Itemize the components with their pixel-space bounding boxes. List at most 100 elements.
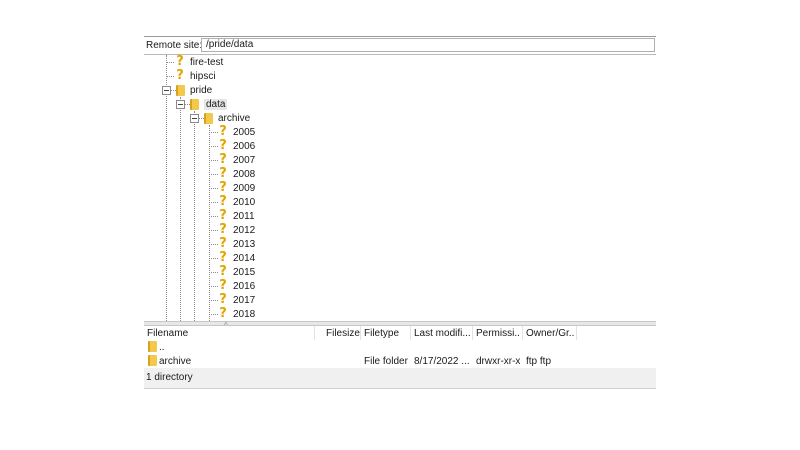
status-text: 1 directory — [146, 372, 193, 383]
tree-guide-line — [209, 132, 218, 133]
tree-guide-line — [209, 314, 218, 315]
remote-file-list[interactable]: ^ Filename Filesize Filetype Last modifi… — [144, 321, 656, 368]
column-owner-group[interactable]: Owner/Gr... — [526, 328, 574, 339]
tree-item-label: 2005 — [233, 126, 256, 138]
tree-guide-line — [209, 286, 218, 287]
file-type: File folder — [364, 356, 408, 367]
tree-guide-line — [166, 62, 174, 63]
status-bar: 1 directory — [144, 368, 656, 389]
file-row-archive[interactable]: archive File folder 8/17/2022 ... drwxr-… — [144, 354, 656, 367]
tree-guide-line — [209, 244, 218, 245]
column-divider[interactable] — [410, 326, 411, 340]
tree-guide-line — [166, 76, 174, 77]
tree-item-label: pride — [190, 84, 213, 96]
tree-guide-line — [209, 146, 218, 147]
tree-item-label: archive — [218, 112, 251, 124]
tree-item-2017[interactable]: ? 2017 — [218, 293, 255, 307]
tree-guide-line — [209, 188, 218, 189]
tree-item-label: 2007 — [233, 154, 256, 166]
tree-item-pride[interactable]: pride — [176, 83, 212, 97]
tree-item-hipsci[interactable]: ? hipsci — [175, 68, 216, 83]
column-filesize[interactable]: Filesize — [326, 328, 360, 339]
question-mark-icon: ? — [219, 124, 227, 139]
remote-site-label: Remote site: — [146, 40, 203, 51]
tree-item-label: 2013 — [233, 238, 256, 250]
file-name: archive — [159, 356, 192, 367]
tree-item-2009[interactable]: ? 2009 — [218, 181, 255, 195]
column-permissions[interactable]: Permissi... — [476, 328, 520, 339]
tree-guide-line — [209, 160, 218, 161]
tree-item-label: 2016 — [233, 280, 256, 292]
tree-item-label: fire-test — [190, 56, 224, 68]
tree-item-2008[interactable]: ? 2008 — [218, 167, 255, 181]
collapse-icon[interactable] — [176, 100, 185, 109]
question-mark-icon: ? — [176, 68, 184, 83]
tree-item-2011[interactable]: ? 2011 — [218, 209, 255, 223]
folder-icon — [148, 355, 157, 366]
question-mark-icon: ? — [219, 292, 227, 307]
column-divider[interactable] — [472, 326, 473, 340]
tree-item-2007[interactable]: ? 2007 — [218, 153, 255, 167]
tree-guide-line — [209, 272, 218, 273]
tree-item-archive[interactable]: archive — [204, 111, 250, 125]
folder-icon — [190, 98, 199, 110]
tree-guide-line — [180, 97, 181, 321]
tree-item-label: 2010 — [233, 196, 256, 208]
column-filetype[interactable]: Filetype — [364, 328, 399, 339]
tree-guide-line — [209, 258, 218, 259]
tree-item-2015[interactable]: ? 2015 — [218, 265, 255, 279]
question-mark-icon: ? — [219, 180, 227, 195]
tree-item-label: 2009 — [233, 182, 256, 194]
tree-item-2005[interactable]: ? 2005 — [218, 125, 255, 139]
column-divider[interactable] — [360, 326, 361, 340]
question-mark-icon: ? — [176, 55, 184, 69]
question-mark-icon: ? — [219, 306, 227, 321]
tree-item-fire-test[interactable]: ? fire-test — [175, 55, 223, 69]
tree-item-label: 2011 — [233, 210, 255, 222]
file-row-parent[interactable]: .. — [144, 340, 656, 353]
tree-item-2018[interactable]: ? 2018 — [218, 307, 255, 321]
tree-guide-line — [209, 125, 210, 321]
tree-item-label: data — [204, 98, 228, 110]
tree-guide-line — [209, 202, 218, 203]
file-modified: 8/17/2022 ... — [414, 356, 470, 367]
remote-site-bar: Remote site: /pride/data — [144, 37, 656, 55]
column-last-modified[interactable]: Last modifi... — [414, 328, 470, 339]
question-mark-icon: ? — [219, 166, 227, 181]
file-owner: ftp ftp — [526, 356, 552, 367]
tree-item-label: 2018 — [233, 308, 256, 320]
tree-guide-line — [209, 174, 218, 175]
tree-guide-line — [194, 111, 195, 321]
question-mark-icon: ? — [219, 264, 227, 279]
column-divider[interactable] — [314, 326, 315, 340]
column-divider[interactable] — [576, 326, 577, 340]
tree-item-2006[interactable]: ? 2006 — [218, 139, 255, 153]
column-divider[interactable] — [522, 326, 523, 340]
question-mark-icon: ? — [219, 138, 227, 153]
tree-item-label: hipsci — [190, 70, 216, 82]
tree-item-label: 2017 — [233, 294, 256, 306]
tree-item-2016[interactable]: ? 2016 — [218, 279, 255, 293]
tree-item-label: 2006 — [233, 140, 256, 152]
question-mark-icon: ? — [219, 278, 227, 293]
tree-item-data[interactable]: data — [190, 97, 228, 111]
column-filename[interactable]: Filename — [147, 328, 188, 339]
tree-item-label: 2008 — [233, 168, 256, 180]
tree-guide-line — [209, 230, 218, 231]
tree-guide-line — [209, 216, 218, 217]
tree-item-2014[interactable]: ? 2014 — [218, 251, 255, 265]
tree-item-2012[interactable]: ? 2012 — [218, 223, 255, 237]
sort-ascending-icon: ^ — [224, 321, 228, 330]
collapse-icon[interactable] — [190, 114, 199, 123]
folder-icon — [176, 84, 185, 96]
collapse-icon[interactable] — [162, 86, 171, 95]
remote-path-input[interactable]: /pride/data — [201, 38, 655, 52]
file-permissions: drwxr-xr-x — [476, 356, 521, 367]
tree-item-label: 2012 — [233, 224, 256, 236]
tree-item-2013[interactable]: ? 2013 — [218, 237, 255, 251]
tree-item-label: 2014 — [233, 252, 256, 264]
question-mark-icon: ? — [219, 222, 227, 237]
tree-item-2010[interactable]: ? 2010 — [218, 195, 255, 209]
remote-directory-tree[interactable]: ? fire-test ? hipsci pride data archive … — [144, 55, 656, 321]
question-mark-icon: ? — [219, 152, 227, 167]
